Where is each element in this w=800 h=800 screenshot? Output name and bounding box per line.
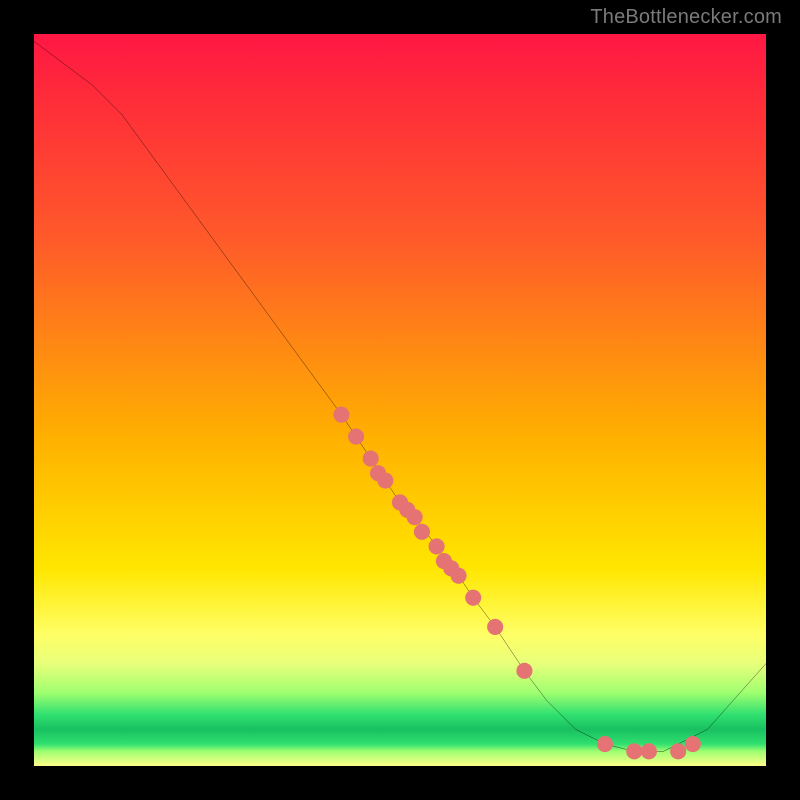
marker-point bbox=[487, 619, 503, 635]
marker-point bbox=[465, 590, 481, 606]
attribution-label: TheBottlenecker.com bbox=[590, 6, 782, 29]
marker-point bbox=[597, 736, 613, 752]
bottleneck-curve bbox=[34, 41, 766, 751]
marker-point bbox=[516, 663, 532, 679]
marker-point bbox=[377, 472, 393, 488]
marker-point bbox=[626, 743, 642, 759]
marker-point bbox=[670, 743, 686, 759]
curve-group bbox=[34, 41, 766, 751]
markers-group bbox=[333, 407, 700, 760]
chart-container: TheBottlenecker.com bbox=[0, 0, 800, 800]
plot-svg bbox=[34, 34, 766, 766]
marker-point bbox=[641, 743, 657, 759]
marker-point bbox=[348, 429, 364, 445]
marker-point bbox=[333, 407, 349, 423]
marker-point bbox=[414, 524, 430, 540]
marker-point bbox=[363, 451, 379, 467]
marker-point bbox=[685, 736, 701, 752]
marker-point bbox=[429, 538, 445, 554]
marker-point bbox=[407, 509, 423, 525]
marker-point bbox=[451, 568, 467, 584]
